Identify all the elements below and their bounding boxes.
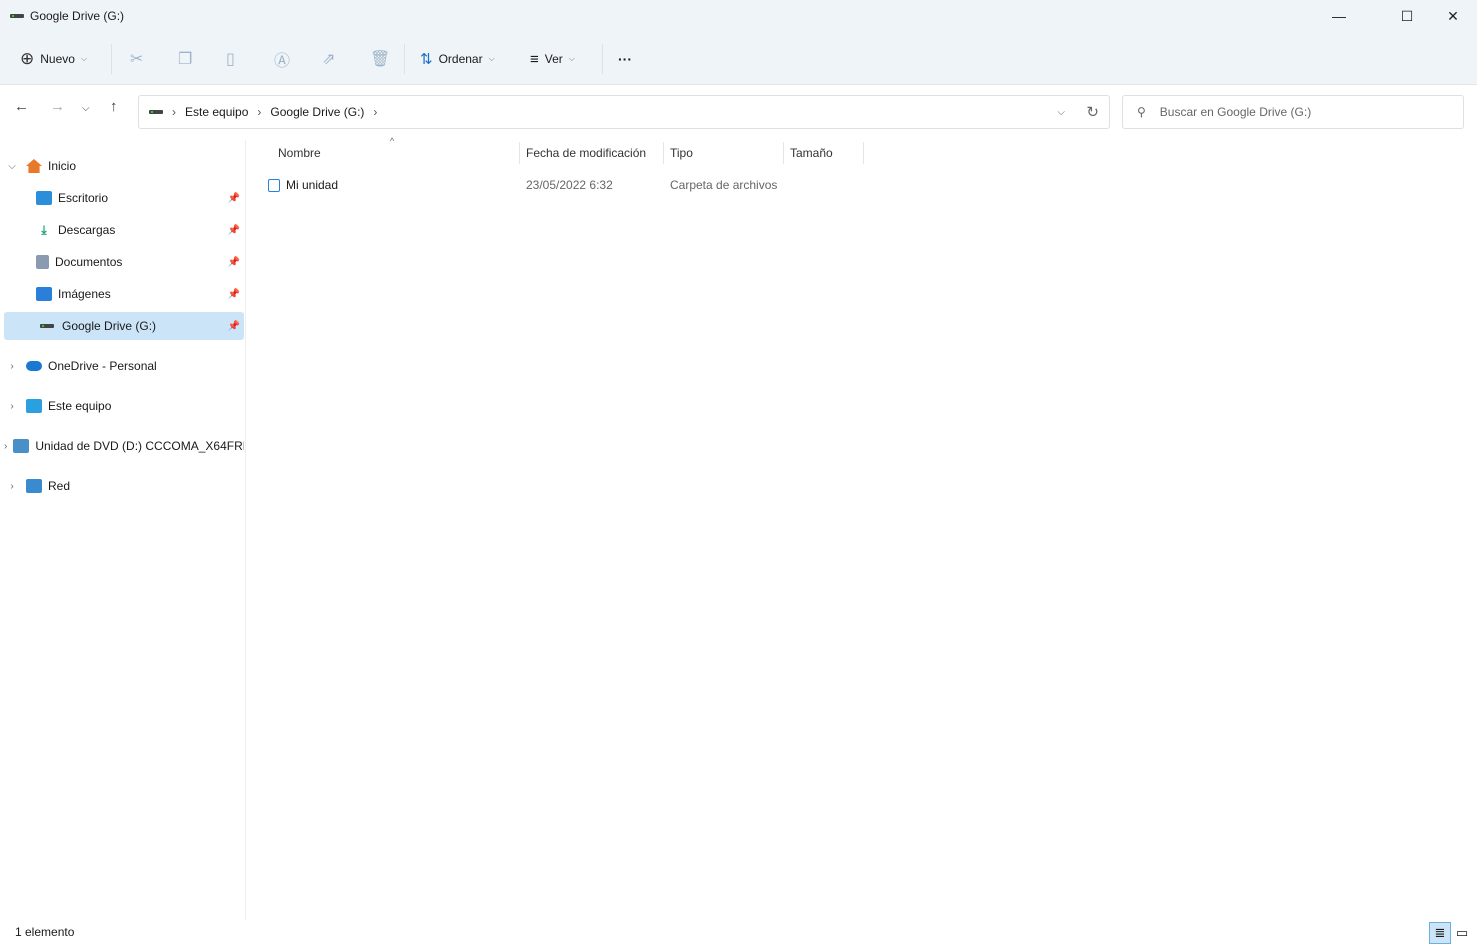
document-icon xyxy=(36,255,49,269)
computer-icon xyxy=(26,399,42,413)
tiles-view-button[interactable]: ▭ xyxy=(1451,922,1473,944)
download-icon: ⤓ xyxy=(41,222,47,237)
desktop-icon xyxy=(36,191,52,205)
tiles-view-icon: ▭ xyxy=(1455,925,1469,940)
more-options-button[interactable]: ··· xyxy=(618,44,632,74)
sidebar-item-inicio[interactable]: ⌵ Inicio xyxy=(4,152,244,180)
address-bar[interactable]: › Este equipo › Google Drive (G:) › ⌵ ↻ xyxy=(138,95,1110,129)
chevron-down-icon: ⌵ xyxy=(488,54,495,63)
pin-icon[interactable]: 📌 xyxy=(228,257,240,268)
chevron-down-icon[interactable]: ⌵ xyxy=(4,161,20,172)
view-lines-icon: ≡ xyxy=(530,50,539,68)
breadcrumb-google-drive[interactable]: Google Drive (G:) xyxy=(270,105,364,119)
up-arrow-icon[interactable]: ↑ xyxy=(110,98,118,115)
chevron-right-icon[interactable]: › xyxy=(4,481,20,492)
sidebar-item-descargas[interactable]: ⤓ Descargas 📌 xyxy=(4,216,244,244)
sort-ascending-icon: ^ xyxy=(390,136,395,146)
sort-button[interactable]: ⇅ Ordenar ⌵ xyxy=(420,44,495,74)
chevron-right-icon: › xyxy=(172,105,176,119)
sidebar-item-red[interactable]: › Red xyxy=(4,472,244,500)
view-button[interactable]: ≡ Ver ⌵ xyxy=(530,44,575,74)
cut-icon[interactable]: ✂ xyxy=(130,44,143,74)
cloud-icon xyxy=(26,361,42,371)
rename-icon[interactable]: Ⓐ xyxy=(274,44,290,74)
drive-icon xyxy=(149,110,163,114)
close-button[interactable]: ✕ xyxy=(1430,0,1476,32)
sidebar-item-este-equipo[interactable]: › Este equipo xyxy=(4,392,244,420)
shortcut-folder-icon xyxy=(268,178,280,192)
column-header-fecha[interactable]: Fecha de modificación xyxy=(520,142,664,164)
minimize-button[interactable]: — xyxy=(1316,0,1362,32)
chevron-right-icon[interactable]: › xyxy=(4,401,20,412)
back-arrow-icon[interactable]: ← xyxy=(14,98,29,115)
details-view-icon: ≣ xyxy=(1434,925,1446,940)
sidebar-item-onedrive[interactable]: › OneDrive - Personal xyxy=(4,352,244,380)
pin-icon[interactable]: 📌 xyxy=(228,289,240,300)
address-history-chevron-icon[interactable]: ⌵ xyxy=(1057,107,1065,118)
new-button[interactable]: ⊕ Nuevo ⌵ xyxy=(20,44,87,74)
divider xyxy=(404,44,405,74)
network-icon xyxy=(26,479,42,493)
column-header-nombre[interactable]: Nombre ^ xyxy=(272,136,520,164)
chevron-right-icon: › xyxy=(257,105,262,119)
forward-arrow-icon[interactable]: → xyxy=(50,98,65,115)
title-toolbar-area: Google Drive (G:) — ☐ ✕ ⊕ Nuevo ⌵ ✂ ❐ ▯ Ⓐ … xyxy=(0,0,1477,85)
delete-icon[interactable]: 🗑 xyxy=(370,44,390,74)
sort-icon: ⇅ xyxy=(420,51,433,68)
paste-icon[interactable]: ▯ xyxy=(226,44,235,74)
details-view-button[interactable]: ≣ xyxy=(1429,922,1451,944)
chevron-right-icon[interactable]: › xyxy=(4,441,7,452)
dvd-icon xyxy=(13,439,30,453)
divider xyxy=(602,44,603,74)
sidebar-item-escritorio[interactable]: Escritorio 📌 xyxy=(4,184,244,212)
pin-icon[interactable]: 📌 xyxy=(228,193,240,204)
maximize-button[interactable]: ☐ xyxy=(1384,0,1430,32)
navigation-pane: ⌵ Inicio Escritorio 📌 ⤓ Descargas 📌 Document… xyxy=(0,140,246,920)
breadcrumb-este-equipo[interactable]: Este equipo xyxy=(185,105,248,119)
sidebar-item-imagenes[interactable]: Imágenes 📌 xyxy=(4,280,244,308)
pictures-icon xyxy=(36,287,52,301)
recent-chevron-icon[interactable]: ⌵ xyxy=(82,103,90,114)
column-header-tamano[interactable]: Tamaño xyxy=(784,142,864,164)
chevron-down-icon: ⌵ xyxy=(568,54,575,63)
search-input[interactable]: ⚲ Buscar en Google Drive (G:) xyxy=(1122,95,1464,129)
pin-icon[interactable]: 📌 xyxy=(228,225,240,236)
drive-icon xyxy=(10,14,24,18)
plus-circle-icon: ⊕ xyxy=(20,49,35,68)
chevron-right-icon[interactable]: › xyxy=(4,361,20,372)
copy-icon[interactable]: ❐ xyxy=(178,44,192,74)
share-icon[interactable]: ⇗ xyxy=(322,44,335,74)
column-header-tipo[interactable]: Tipo xyxy=(664,142,784,164)
status-bar-count: 1 elemento xyxy=(15,925,75,939)
sidebar-item-documentos[interactable]: Documentos 📌 xyxy=(4,248,244,276)
sidebar-item-dvd[interactable]: › Unidad de DVD (D:) CCCOMA_X64FRE xyxy=(4,432,244,460)
drive-icon xyxy=(40,324,54,328)
search-icon: ⚲ xyxy=(1137,105,1146,119)
divider xyxy=(111,44,112,74)
chevron-down-icon: ⌵ xyxy=(80,54,88,63)
sidebar-item-google-drive[interactable]: Google Drive (G:) 📌 xyxy=(4,312,244,340)
refresh-icon[interactable]: ↻ xyxy=(1086,103,1099,121)
pin-icon[interactable]: 📌 xyxy=(228,321,240,332)
home-icon xyxy=(26,159,42,173)
window-title: Google Drive (G:) xyxy=(10,9,124,23)
chevron-right-icon: › xyxy=(373,105,378,119)
